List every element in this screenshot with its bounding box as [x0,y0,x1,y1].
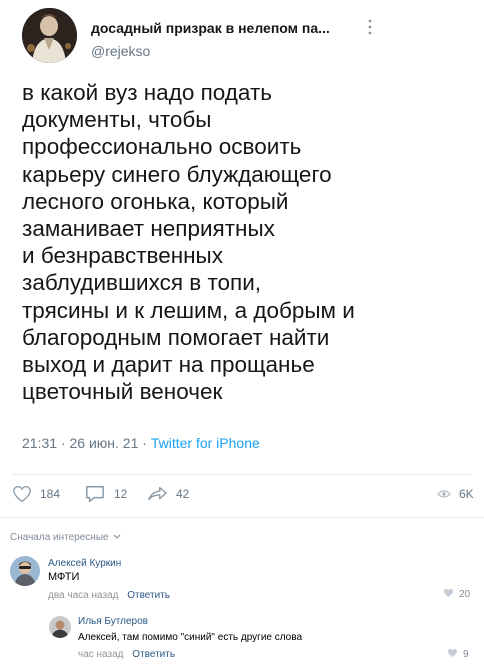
reply-link[interactable]: Ответить [132,649,175,660]
tweet-time[interactable]: 21:31 [22,435,57,451]
tweet-text-line: заманивает неприятных [22,216,275,242]
tweet-text-line: и безнравственных [22,243,223,269]
author-handle[interactable]: @rejekso [91,43,150,59]
reply-link[interactable]: Ответить [127,590,170,601]
views-counter: 6K [437,483,474,505]
comment-time: час назад [78,649,124,660]
heart-icon [12,485,32,503]
comment-reply: Илья Бутлеров Алексей, там помимо "синий… [0,612,484,662]
author-avatar[interactable] [22,8,77,63]
tweet-header: досадный призрак в нелепом па... @rejeks… [22,8,462,64]
share-arrow-icon [146,484,168,504]
comment-like-button[interactable]: 20 [443,588,470,601]
reply-button[interactable]: 12 [84,483,127,505]
tweet-text-line: трясины и к лешим, а добрым и [22,297,355,323]
commenter-name[interactable]: Илья Бутлеров [78,616,148,627]
comment-like-count: 9 [463,649,469,660]
like-button[interactable]: 184 [12,483,60,505]
commenter-name[interactable]: Алексей Куркин [48,558,121,569]
comment-like-count: 20 [459,589,471,600]
tweet-text-line: заблудившихся в топи, [22,270,262,296]
author-avatar-image [22,8,77,63]
comment-meta: два часа назад Ответить [48,590,170,601]
heart-icon [447,648,458,661]
tweet-text-line: лесного огонька, который [22,188,289,214]
comment-time: два часа назад [48,590,119,601]
divider [0,517,484,518]
tweet-meta: 21:31 · 26 июн. 21 · Twitter for iPhone [22,435,260,451]
tweet-text-line: карьеру синего блуждающего [22,161,332,187]
tweet-text: в какой вуз надо подать документы, чтобы… [22,79,442,405]
meta-separator: · [60,435,66,451]
views-count: 6K [459,487,474,501]
tweet-date[interactable]: 26 июн. 21 [70,435,139,451]
reply-count: 12 [114,487,128,501]
chevron-down-icon [113,532,121,543]
eye-icon [437,489,451,499]
author-name[interactable]: досадный призрак в нелепом па... [91,20,330,36]
comment: Алексей Куркин МФТИ два часа назад Ответ… [0,554,484,608]
comments-sort-dropdown[interactable]: Сначала интересные [10,532,121,543]
tweet-text-line: выход и дарит на прощанье [22,352,315,378]
speech-bubble-icon [84,484,106,504]
heart-icon [443,588,454,601]
tweet-text-line: профессионально освоить [22,134,302,160]
action-bar: 184 12 42 6K [0,483,484,509]
comment-text: Алексей, там помимо "синий" есть другие … [78,632,303,643]
divider [12,474,472,475]
comment-meta: час назад Ответить [78,649,175,660]
tweet-text-line: документы, чтобы [22,107,212,133]
tweet-text-line: в какой вуз надо подать [22,80,272,105]
share-count: 42 [176,487,190,501]
share-button[interactable]: 42 [146,483,189,505]
like-count: 184 [40,487,61,501]
commenter-avatar[interactable] [49,616,71,638]
meta-separator: · [142,435,147,451]
comment-text: МФТИ [48,571,80,583]
comment-like-button[interactable]: 9 [447,648,469,661]
tweet-source[interactable]: Twitter for iPhone [151,435,260,451]
commenter-avatar[interactable] [10,556,40,586]
sort-label: Сначала интересные [10,532,109,543]
tweet-text-line: цветочный веночек [22,379,223,405]
tweet-text-line: благородным помогает найти [22,324,330,350]
more-vertical-icon[interactable] [365,16,375,38]
